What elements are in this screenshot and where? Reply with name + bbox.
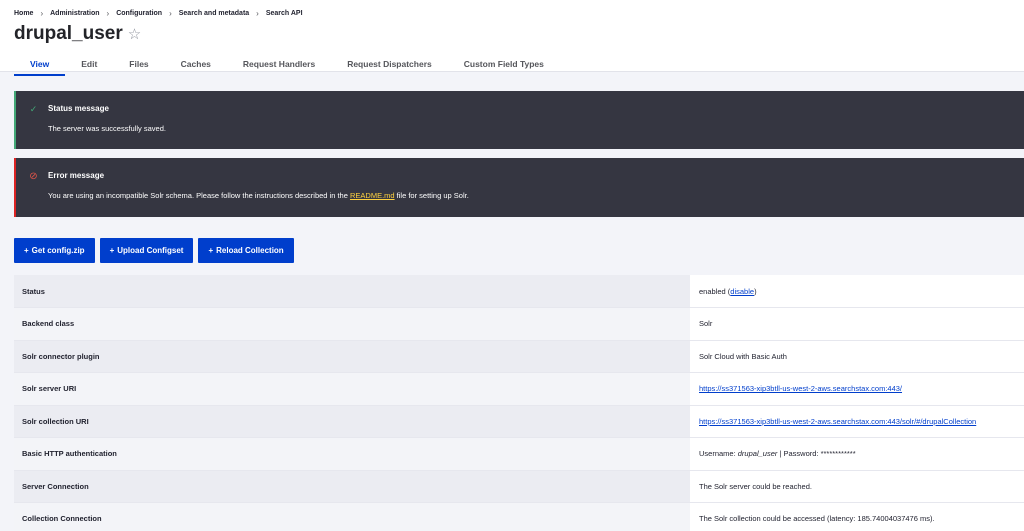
tab-custom-field-types[interactable]: Custom Field Types [448, 55, 560, 82]
tab-request-handlers[interactable]: Request Handlers [227, 55, 331, 82]
action-buttons: + Get config.zip + Upload Configset + Reloa… [14, 238, 294, 263]
status-value-close: ) [754, 286, 757, 296]
breadcrumb-separator: › [256, 9, 259, 18]
table-row: Solr collection URI https://ss371563-xip… [14, 405, 1024, 438]
row-value: enabled (disable) [690, 275, 1024, 308]
tab-edit[interactable]: Edit [65, 55, 113, 82]
table-row: Basic HTTP authentication Username: drup… [14, 437, 1024, 471]
breadcrumb: Home › Administration › Configuration › … [14, 9, 1010, 18]
table-row: Solr server URI https://ss371563-xip3btl… [14, 372, 1024, 406]
error-text-after: file for setting up Solr. [394, 191, 469, 200]
breadcrumb-separator: › [169, 9, 172, 18]
row-label: Solr connector plugin [14, 340, 690, 373]
error-text-before: You are using an incompatible Solr schem… [48, 191, 350, 200]
solr-server-uri-link[interactable]: https://ss371563-xip3btll-us-west-2-aws.… [699, 384, 902, 393]
row-label: Backend class [14, 307, 690, 341]
get-config-zip-label: Get config.zip [31, 246, 85, 255]
table-row: Server Connection The Solr server could … [14, 470, 1024, 503]
plus-icon: + [24, 246, 29, 255]
readme-link[interactable]: README.md [350, 191, 395, 200]
tabs: View Edit Files Caches Request Handlers … [14, 55, 1010, 82]
status-message-text: The server was successfully saved. [48, 124, 166, 133]
tab-files[interactable]: Files [113, 55, 164, 82]
error-message: ⊘ Error message You are using an incompa… [14, 158, 1024, 217]
page-title: drupal_user [14, 23, 123, 44]
status-value: enabled ( [699, 286, 731, 296]
row-value: https://ss371563-xip3btll-us-west-2-aws.… [690, 372, 1024, 406]
get-config-zip-button[interactable]: + Get config.zip [14, 238, 95, 263]
reload-collection-label: Reload Collection [216, 246, 284, 255]
status-message-heading: Status message [48, 104, 109, 113]
row-label: Collection Connection [14, 502, 690, 531]
page-header: Home › Administration › Configuration › … [0, 0, 1024, 76]
breadcrumb-search-and-metadata[interactable]: Search and metadata [179, 10, 249, 17]
error-message-text: You are using an incompatible Solr schem… [48, 191, 469, 200]
tab-caches[interactable]: Caches [165, 55, 227, 82]
breadcrumb-search-api[interactable]: Search API [266, 10, 303, 17]
breadcrumb-separator: › [106, 9, 110, 18]
row-value: Solr [690, 307, 1024, 341]
row-value: The Solr server could be reached. [690, 470, 1024, 503]
row-label: Basic HTTP authentication [14, 437, 690, 471]
row-label: Status [14, 275, 690, 308]
breadcrumb-administration[interactable]: Administration [50, 10, 99, 17]
table-row: Status enabled (disable) [14, 275, 1024, 308]
row-value: Username: drupal_user | Password: ******… [690, 437, 1024, 471]
auth-username-label: Username: [699, 449, 738, 459]
disable-link[interactable]: disable [730, 287, 754, 296]
auth-password: | Password: ************ [777, 449, 856, 459]
tab-view[interactable]: View [14, 55, 66, 82]
row-label: Solr server URI [14, 372, 690, 406]
reload-collection-button[interactable]: + Reload Collection [198, 238, 294, 263]
auth-username: drupal_user [737, 449, 778, 459]
error-circle-icon: ⊘ [29, 171, 38, 182]
table-row: Collection Connection The Solr collectio… [14, 502, 1024, 531]
table-row: Backend class Solr [14, 307, 1024, 341]
table-row: Solr connector plugin Solr Cloud with Ba… [14, 340, 1024, 373]
row-value: The Solr collection could be accessed (l… [690, 502, 1024, 531]
plus-icon: + [109, 246, 115, 255]
row-label: Server Connection [14, 470, 690, 503]
solr-collection-uri-link[interactable]: https://ss371563-xip3btll-us-west-2-aws.… [699, 417, 976, 426]
checkmark-icon: ✓ [29, 104, 38, 114]
breadcrumb-separator: › [40, 9, 44, 18]
breadcrumb-configuration[interactable]: Configuration [116, 10, 162, 17]
upload-configset-button[interactable]: + Upload Configset [99, 238, 194, 263]
row-label: Solr collection URI [14, 405, 690, 438]
breadcrumb-home[interactable]: Home [14, 10, 33, 17]
row-value: Solr Cloud with Basic Auth [690, 340, 1024, 373]
plus-icon: + [208, 246, 214, 255]
error-message-heading: Error message [48, 171, 105, 180]
upload-configset-label: Upload Configset [117, 246, 184, 255]
status-message: ✓ Status message The server was successf… [14, 91, 1024, 149]
star-icon[interactable]: ☆ [128, 25, 141, 43]
tab-request-dispatchers[interactable]: Request Dispatchers [331, 55, 448, 82]
row-value: https://ss371563-xip3btll-us-west-2-aws.… [690, 405, 1024, 438]
server-info-table: Status enabled (disable) Backend class S… [14, 275, 1024, 531]
